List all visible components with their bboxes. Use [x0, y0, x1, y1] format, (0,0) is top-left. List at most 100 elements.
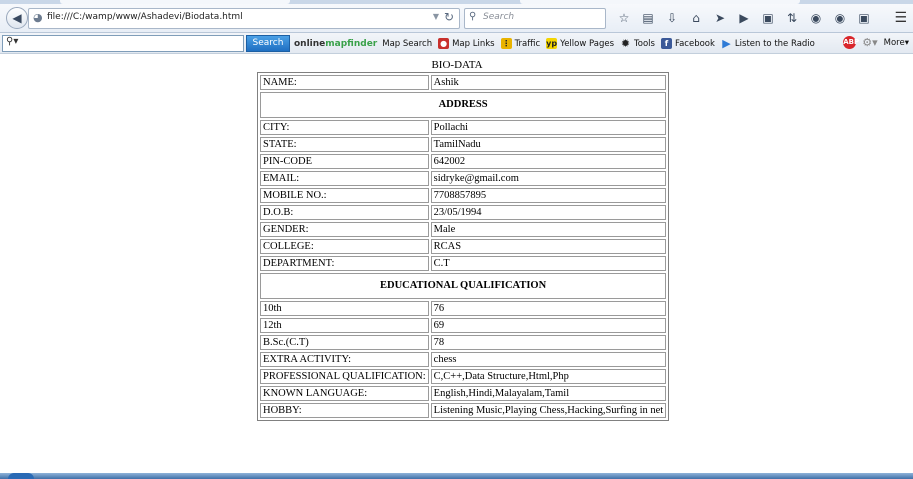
field-label: GENDER: [260, 222, 429, 237]
field-label: MOBILE NO.: [260, 188, 429, 203]
field-value: 76 [430, 301, 667, 316]
navigation-bar: ◀ ◕ file:///C:/wamp/www/Ashadevi/Biodata… [0, 4, 913, 33]
chat-icon[interactable]: ◉ [828, 10, 852, 26]
os-taskbar [0, 473, 913, 479]
field-value: RCAS [430, 239, 667, 254]
field-label: CITY: [260, 120, 429, 135]
field-label: B.Sc.(C.T) [260, 335, 429, 350]
field-value: chess [430, 352, 667, 367]
field-value: sidryke@gmail.com [430, 171, 667, 186]
field-label: DEPARTMENT: [260, 256, 429, 271]
table-row: PROFESSIONAL QUALIFICATION: C,C++,Data St… [260, 369, 667, 384]
facebook-icon: f [660, 38, 672, 49]
field-value: 69 [430, 318, 667, 333]
tools-icon[interactable]: ⚙▾ [862, 36, 877, 49]
table-row: COLLEGE: RCAS [260, 239, 667, 254]
page-title: BIO-DATA [431, 59, 483, 71]
biodata-table: NAME: Ashik ADDRESS CITY: Pollachi STATE:… [257, 72, 670, 421]
table-row: PIN-CODE 642002 [260, 154, 667, 169]
field-label: 10th [260, 301, 429, 316]
table-row: EXTRA ACTIVITY: chess [260, 352, 667, 367]
addon-toolbar: ⚲▾ Search onlinemapfinder Map Search ● Ma… [0, 33, 913, 54]
onlinemapfinder-logo[interactable]: onlinemapfinder [294, 39, 377, 49]
start-button[interactable] [8, 473, 34, 479]
pocket-icon[interactable]: ▣ [756, 10, 780, 26]
table-row: NAME: Ashik [260, 75, 667, 90]
field-label: COLLEGE: [260, 239, 429, 254]
field-value: Pollachi [430, 120, 667, 135]
field-label: KNOWN LANGUAGE: [260, 386, 429, 401]
url-text[interactable]: file:///C:/wamp/www/Ashadevi/Biodata.htm… [47, 12, 243, 22]
addon-icon[interactable]: ◉ [804, 10, 828, 26]
more-button[interactable]: More▾ [884, 38, 909, 48]
table-row: DEPARTMENT: C.T [260, 256, 667, 271]
toolbar-item-map-links[interactable]: ● Map Links [438, 38, 495, 49]
search-placeholder[interactable]: Search [483, 12, 514, 22]
traffic-light-icon: ⋮ [500, 38, 512, 49]
toolbar-item-map-search[interactable]: Map Search [382, 39, 432, 49]
save-icon[interactable]: ▣ [852, 10, 876, 26]
table-row: 10th 76 [260, 301, 667, 316]
toolbar-item-radio[interactable]: ▶ Listen to the Radio [721, 38, 815, 49]
field-label: STATE: [260, 137, 429, 152]
gear-icon: ✹ [620, 37, 631, 50]
field-label: D.O.B: [260, 205, 429, 220]
field-value: Male [430, 222, 667, 237]
url-bar[interactable]: ◕ file:///C:/wamp/www/Ashadevi/Biodata.h… [28, 8, 460, 29]
field-value: Listening Music,Playing Chess,Hacking,Su… [430, 403, 667, 418]
reading-list-icon[interactable]: ▤ [636, 10, 660, 26]
star-icon[interactable]: ☆ [612, 10, 636, 26]
nav-icon-group: ☆ ▤ ⇩ ⌂ ➤ ▶ ▣ ⇅ ◉ ◉ ▣ [612, 10, 876, 26]
field-label: EXTRA ACTIVITY: [260, 352, 429, 367]
back-arrow-icon: ◀ [12, 11, 22, 25]
send-icon[interactable]: ➤ [708, 10, 732, 26]
toolbar-search-input[interactable]: ⚲▾ [2, 35, 244, 52]
field-value: C.T [430, 256, 667, 271]
toolbar-item-traffic[interactable]: ⋮ Traffic [500, 38, 540, 49]
field-value: 642002 [430, 154, 667, 169]
youtube-icon[interactable]: ▶ [732, 10, 756, 26]
field-value: 7708857895 [430, 188, 667, 203]
field-label: 12th [260, 318, 429, 333]
adblock-icon[interactable]: ABP [843, 36, 859, 49]
field-label: PIN-CODE [260, 154, 429, 169]
toolbar-right: ABP ⚙▾ More▾ [843, 36, 909, 49]
reload-icon[interactable]: ↻ [444, 10, 454, 24]
field-label: PROFESSIONAL QUALIFICATION: [260, 369, 429, 384]
search-icon: ⚲ [469, 11, 477, 22]
table-row: KNOWN LANGUAGE: English,Hindi,Malayalam,T… [260, 386, 667, 401]
field-label: HOBBY: [260, 403, 429, 418]
search-box[interactable]: ⚲ Search [464, 8, 606, 29]
toolbar-item-tools[interactable]: ✹ Tools [620, 38, 655, 49]
table-row: GENDER: Male [260, 222, 667, 237]
toolbar-item-yellow-pages[interactable]: yp Yellow Pages [546, 38, 614, 49]
field-label: EMAIL: [260, 171, 429, 186]
table-row: STATE: TamilNadu [260, 137, 667, 152]
sync-icon[interactable]: ⇅ [780, 10, 804, 26]
table-row: HOBBY: Listening Music,Playing Chess,Hack… [260, 403, 667, 418]
play-icon: ▶ [722, 37, 731, 50]
education-heading: EDUCATIONAL QUALIFICATION [260, 273, 667, 299]
toolbar-search-button[interactable]: Search [246, 35, 290, 52]
table-row: MOBILE NO.: 7708857895 [260, 188, 667, 203]
field-value: C,C++,Data Structure,Html,Php [430, 369, 667, 384]
yellow-pages-icon: yp [546, 38, 558, 49]
hamburger-menu-icon[interactable]: ☰ [894, 10, 907, 26]
home-icon[interactable]: ⌂ [684, 10, 708, 26]
search-icon: ⚲▾ [6, 36, 19, 47]
back-button[interactable]: ◀ [6, 7, 28, 29]
dropdown-arrow-icon[interactable]: ▼ [433, 12, 439, 21]
field-value: TamilNadu [430, 137, 667, 152]
table-row: CITY: Pollachi [260, 120, 667, 135]
field-value: 23/05/1994 [430, 205, 667, 220]
address-heading: ADDRESS [260, 92, 667, 118]
field-value: 78 [430, 335, 667, 350]
toolbar-links: onlinemapfinder Map Search ● Map Links ⋮ T… [294, 36, 821, 51]
table-row: B.Sc.(C.T) 78 [260, 335, 667, 350]
toolbar-item-facebook[interactable]: f Facebook [660, 38, 715, 49]
map-pin-icon: ● [438, 38, 450, 49]
table-row: D.O.B: 23/05/1994 [260, 205, 667, 220]
globe-icon: ◕ [33, 11, 43, 24]
download-icon[interactable]: ⇩ [660, 10, 684, 26]
field-label: NAME: [260, 75, 429, 90]
